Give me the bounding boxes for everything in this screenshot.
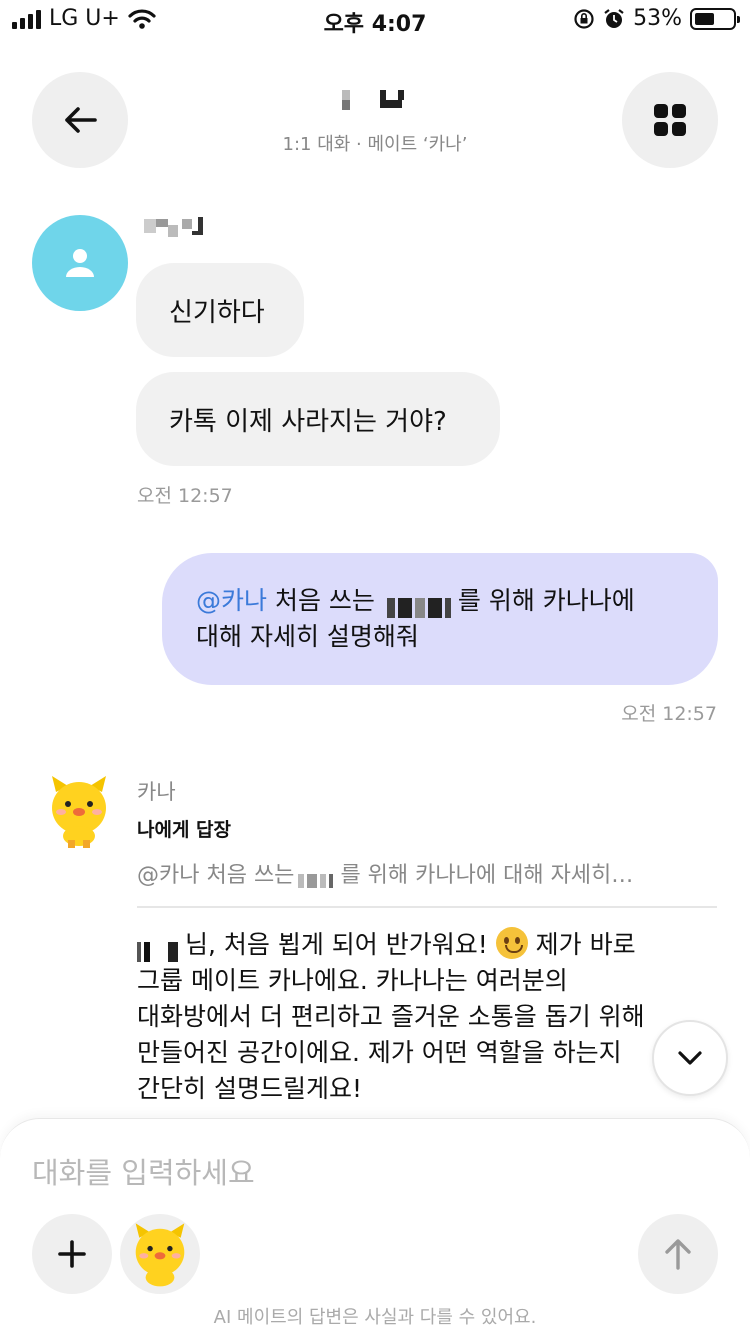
orientation-lock-icon [574, 8, 594, 29]
smiling-emoji-icon [495, 927, 528, 959]
redacted-name-image [342, 90, 404, 110]
incoming-timestamp: 오전 12:57 [137, 485, 233, 507]
plus-icon [58, 1240, 86, 1268]
send-button[interactable] [638, 1214, 718, 1294]
mention-tag[interactable]: @카나 [196, 586, 267, 615]
bot-line3: 대화방에서 더 편리하고 즐거운 소통을 돕기 위해 [137, 1002, 645, 1031]
status-bar: LG U+ 오후 4:07 53% [0, 0, 750, 40]
reply-divider [137, 906, 717, 908]
reply-title: 나에게 답장 [137, 819, 232, 841]
outgoing-text-before: 처음 쓰는 [274, 586, 375, 615]
redacted-name [298, 869, 336, 888]
sender-name-redacted [142, 215, 208, 237]
bot-message[interactable]: 님, 처음 뵙게 되어 반가워요! 제가 바로 그룹 메이트 카나에요. 카나나… [137, 927, 697, 1107]
mate-button[interactable] [120, 1214, 200, 1294]
person-icon [66, 249, 94, 277]
sender-avatar[interactable] [32, 215, 128, 311]
kana-avatar[interactable] [46, 770, 112, 850]
bot-line2: 그룹 메이트 카나에요. 카나나는 여러분의 [137, 966, 568, 995]
chevron-down-icon [678, 1051, 702, 1065]
scroll-down-button[interactable] [652, 1020, 728, 1096]
menu-button[interactable] [622, 72, 718, 168]
arrow-up-icon [665, 1239, 691, 1270]
outgoing-text-after: 를 위해 카나나에 [457, 586, 635, 615]
chick-mascot-icon [135, 1223, 185, 1287]
battery-percent: 53% [633, 6, 682, 31]
grid-menu-icon [654, 104, 686, 136]
bot-line4: 만들어진 공간이에요. 제가 어떤 역할을 하는지 [137, 1038, 622, 1067]
incoming-message[interactable]: 카톡 이제 사라지는 거야? [136, 372, 500, 466]
outgoing-message[interactable]: @카나 처음 쓰는 를 위해 카나나에 대해 자세히 설명해줘 [162, 553, 718, 685]
ai-disclaimer: AI 메이트의 답변은 사실과 다를 수 있어요. [213, 1307, 537, 1328]
bot-line5: 간단히 설명드릴게요! [137, 1074, 362, 1103]
redacted-name [137, 936, 181, 962]
outgoing-timestamp: 오전 12:57 [621, 703, 717, 725]
message-input[interactable]: 대화를 입력하세요 [32, 1150, 255, 1192]
bot-name: 카나 [137, 780, 176, 804]
quote-text-after: 를 위해 카나나에 대해 자세히… [340, 863, 634, 888]
bot-line1a: 님, 처음 뵙게 되어 반가워요! [185, 930, 488, 959]
battery-fill [695, 12, 714, 25]
incoming-message[interactable]: 신기하다 [136, 263, 304, 357]
attach-button[interactable] [32, 1214, 112, 1294]
quote-text-before: @카나 처음 쓰는 [137, 863, 295, 888]
reply-quote[interactable]: @카나 처음 쓰는 를 위해 카나나에 대해 자세히… [137, 857, 709, 889]
chick-mascot-icon [52, 776, 106, 848]
bot-line1b: 제가 바로 [535, 930, 636, 959]
status-right: 53% [573, 6, 740, 31]
outgoing-text-line2: 대해 자세히 설명해줘 [196, 622, 419, 651]
battery-icon [690, 7, 740, 30]
redacted-name [386, 592, 454, 618]
alarm-icon [604, 8, 624, 28]
